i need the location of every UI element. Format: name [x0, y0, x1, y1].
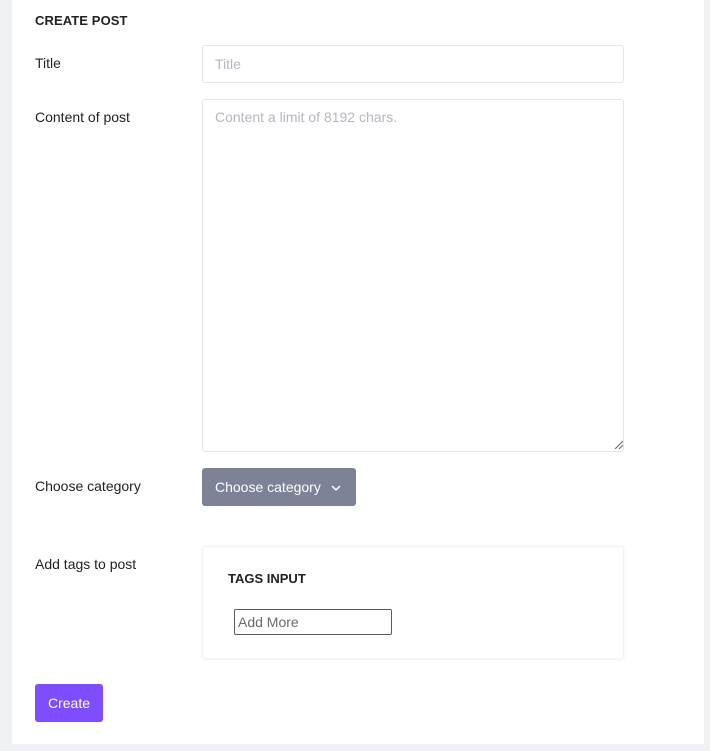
chevron-down-icon	[331, 485, 341, 491]
create-post-card: CREATE POST Title Content of post Choose…	[12, 0, 704, 744]
choose-category-dropdown[interactable]: Choose category	[202, 468, 356, 506]
resize-grip-icon[interactable]	[614, 440, 623, 449]
tags-input-heading: TAGS INPUT	[228, 571, 306, 586]
tags-input-panel: TAGS INPUT	[202, 546, 624, 659]
content-textarea[interactable]	[202, 99, 624, 452]
choose-category-label: Choose category	[215, 479, 321, 495]
page-title: CREATE POST	[35, 13, 128, 28]
content-label: Content of post	[35, 109, 130, 125]
category-label: Choose category	[35, 478, 141, 494]
add-tag-input[interactable]	[234, 609, 392, 635]
create-button[interactable]: Create	[35, 684, 103, 722]
title-input[interactable]	[202, 45, 624, 83]
tags-label: Add tags to post	[35, 556, 137, 572]
title-label: Title	[35, 55, 61, 71]
page: CREATE POST Title Content of post Choose…	[0, 0, 710, 751]
